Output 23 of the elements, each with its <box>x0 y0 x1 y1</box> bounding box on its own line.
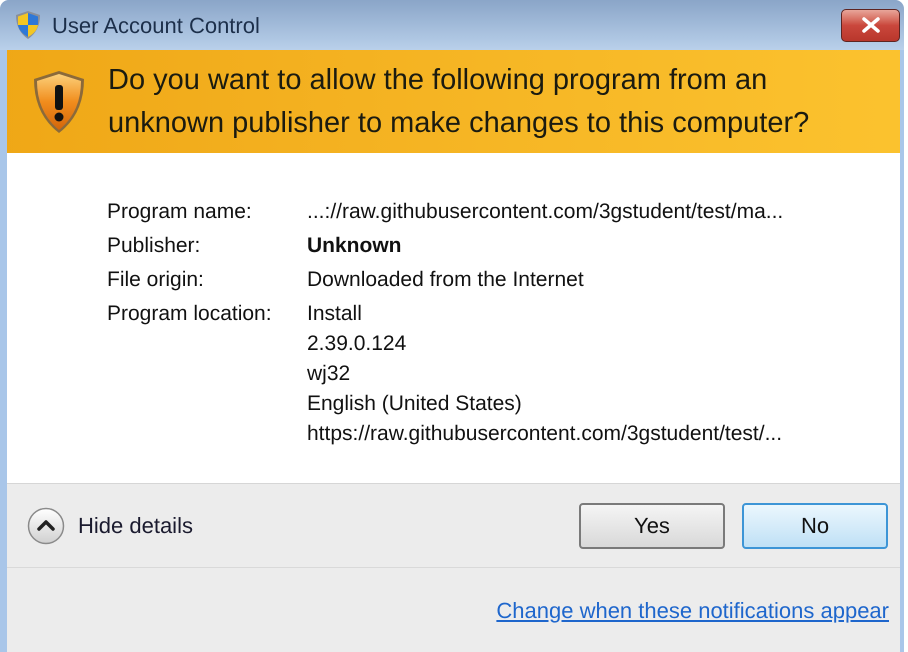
chevron-up-icon <box>27 506 65 544</box>
close-icon <box>860 17 880 33</box>
detail-value: English (United States) <box>307 391 523 417</box>
details-toggle[interactable]: Hide details <box>27 506 193 544</box>
close-button[interactable] <box>841 8 900 42</box>
detail-value: ...://raw.githubusercontent.com/3gstudent/test/ma... <box>307 199 784 225</box>
dialog-button[interactable]: Yes <box>579 502 725 548</box>
notifications-settings-link[interactable]: Change when these notifications appear <box>496 596 889 626</box>
detail-label: Publisher: <box>107 233 202 259</box>
detail-value: wj32 <box>307 361 352 387</box>
detail-value: Unknown <box>307 233 402 259</box>
detail-label: File origin: <box>107 267 205 293</box>
detail-value: Downloaded from the Internet <box>307 267 584 293</box>
shield-icon <box>14 10 42 40</box>
detail-value: Install <box>307 301 363 327</box>
warning-shield-icon <box>32 70 86 134</box>
banner-question: Do you want to allow the following program from an unknown publisher to make changes to this computer? <box>108 62 810 140</box>
detail-label: Program location: <box>107 301 273 327</box>
dialog-button[interactable]: No <box>742 502 888 548</box>
detail-value: 2.39.0.124 <box>307 331 408 357</box>
detail-value: https://raw.githubusercontent.com/3gstudent/test/... <box>307 421 782 447</box>
detail-label: Program name: <box>107 199 253 225</box>
window-title: User Account Control <box>52 12 260 40</box>
